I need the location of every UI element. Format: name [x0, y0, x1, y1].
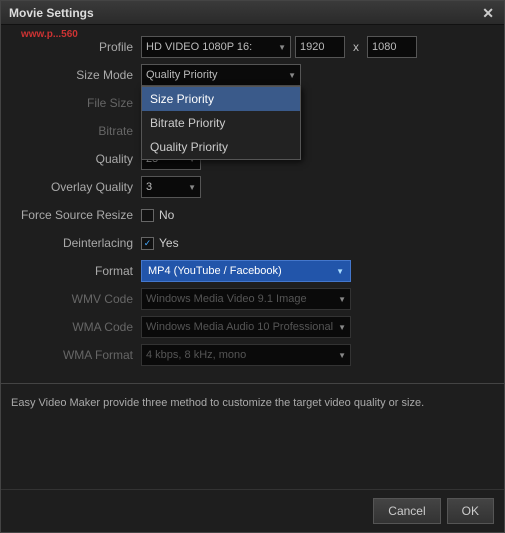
profile-arrow-icon: ▼	[278, 43, 286, 52]
profile-row: Profile HD VIDEO 1080P 16: ▼ 1920 x 1080	[11, 33, 494, 61]
size-mode-arrow-icon: ▼	[288, 71, 296, 80]
buttons-row: Cancel OK	[1, 489, 504, 532]
quality-label: Quality	[11, 152, 141, 166]
size-mode-select[interactable]: Quality Priority ▼	[141, 64, 301, 86]
resolution-separator: x	[353, 40, 359, 54]
deinterlacing-label: Deinterlacing	[11, 236, 141, 250]
format-arrow-icon: ▼	[336, 267, 344, 276]
file-size-label: File Size	[11, 96, 141, 110]
ok-button[interactable]: OK	[447, 498, 494, 524]
overlay-quality-row: Overlay Quality 3 ▼	[11, 173, 494, 201]
deinterlacing-value: Yes	[159, 236, 179, 250]
close-button[interactable]: ✕	[480, 6, 496, 20]
movie-settings-window: Movie Settings ✕ www.p...560 Profile HD …	[0, 0, 505, 533]
dropdown-item-bitrate-priority[interactable]: Bitrate Priority	[142, 111, 300, 135]
watermark: www.p...560	[21, 29, 78, 40]
footer-separator	[1, 383, 504, 384]
footer-text: Easy Video Maker provide three method to…	[1, 390, 504, 489]
profile-label: Profile	[11, 40, 141, 54]
size-mode-container: Quality Priority ▼ Size Priority Bitrate…	[141, 64, 301, 86]
size-mode-dropdown: Size Priority Bitrate Priority Quality P…	[141, 86, 301, 160]
size-mode-label: Size Mode	[11, 68, 141, 82]
wma-code-arrow-icon: ▼	[338, 323, 346, 332]
deinterlacing-control: ✓ Yes	[141, 236, 179, 250]
wmv-code-row: WMV Code Windows Media Video 9.1 Image ▼	[11, 285, 494, 313]
wmv-code-arrow-icon: ▼	[338, 295, 346, 304]
wmv-code-label: WMV Code	[11, 292, 141, 306]
overlay-quality-label: Overlay Quality	[11, 180, 141, 194]
overlay-quality-select[interactable]: 3 ▼	[141, 176, 201, 198]
deinterlacing-row: Deinterlacing ✓ Yes	[11, 229, 494, 257]
force-source-control: No	[141, 208, 174, 222]
title-bar: Movie Settings ✕	[1, 1, 504, 25]
dropdown-item-size-priority[interactable]: Size Priority	[142, 87, 300, 111]
size-mode-row: Size Mode Quality Priority ▼ Size Priori…	[11, 61, 494, 89]
overlay-quality-arrow-icon: ▼	[188, 183, 196, 192]
force-source-row: Force Source Resize No	[11, 201, 494, 229]
wma-format-row: WMA Format 4 kbps, 8 kHz, mono ▼	[11, 341, 494, 369]
force-source-value: No	[159, 208, 174, 222]
profile-select[interactable]: HD VIDEO 1080P 16: ▼	[141, 36, 291, 58]
wma-code-select: Windows Media Audio 10 Professional ▼	[141, 316, 351, 338]
cancel-button[interactable]: Cancel	[373, 498, 440, 524]
deinterlacing-checkbox[interactable]: ✓	[141, 237, 154, 250]
format-select[interactable]: MP4 (YouTube / Facebook) ▼	[141, 260, 351, 282]
wma-code-row: WMA Code Windows Media Audio 10 Professi…	[11, 313, 494, 341]
wmv-code-select: Windows Media Video 9.1 Image ▼	[141, 288, 351, 310]
format-row: Format MP4 (YouTube / Facebook) ▼	[11, 257, 494, 285]
form-content: Profile HD VIDEO 1080P 16: ▼ 1920 x 1080…	[1, 25, 504, 377]
force-source-label: Force Source Resize	[11, 208, 141, 222]
height-field[interactable]: 1080	[367, 36, 417, 58]
wma-code-label: WMA Code	[11, 320, 141, 334]
width-field[interactable]: 1920	[295, 36, 345, 58]
window-title: Movie Settings	[9, 6, 94, 20]
bitrate-label: Bitrate	[11, 124, 141, 138]
wma-format-select: 4 kbps, 8 kHz, mono ▼	[141, 344, 351, 366]
format-label: Format	[11, 264, 141, 278]
profile-controls: HD VIDEO 1080P 16: ▼ 1920 x 1080	[141, 36, 417, 58]
wma-format-label: WMA Format	[11, 348, 141, 362]
force-source-checkbox[interactable]	[141, 209, 154, 222]
dropdown-item-quality-priority[interactable]: Quality Priority	[142, 135, 300, 159]
wma-format-arrow-icon: ▼	[338, 351, 346, 360]
